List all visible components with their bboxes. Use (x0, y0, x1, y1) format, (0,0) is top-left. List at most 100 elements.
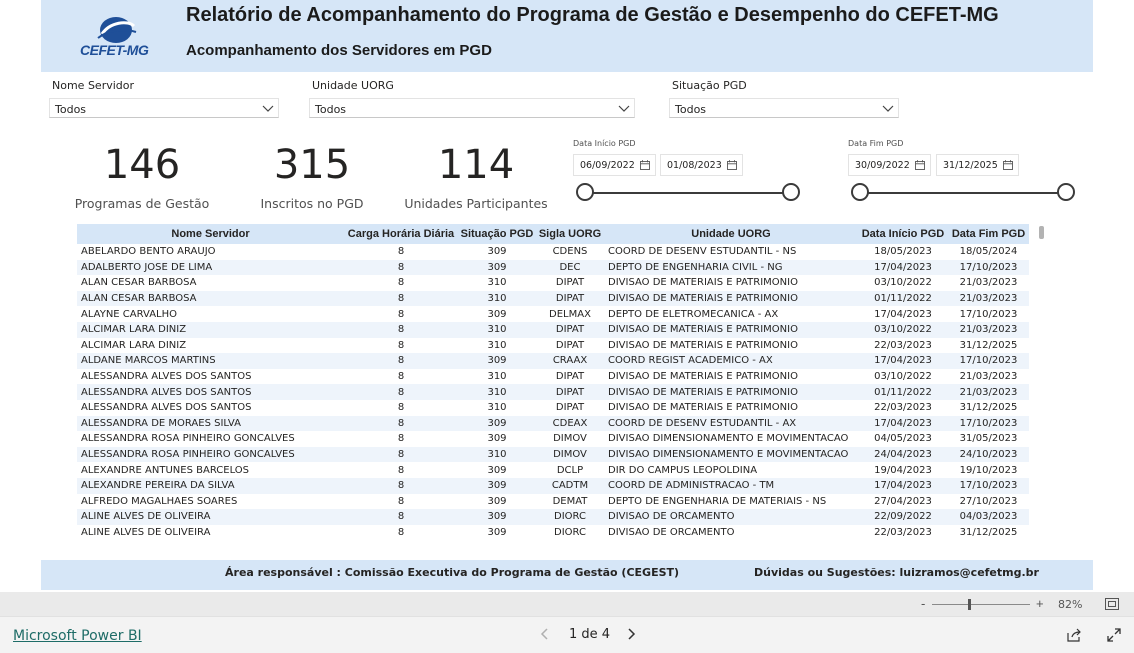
cell-carga-horaria: 8 (344, 477, 458, 494)
cell-data-fim: 27/10/2023 (959, 495, 1018, 507)
table-row[interactable]: ALESSANDRA ALVES DOS SANTOS 8 310 DIPAT DIVI… (77, 369, 1029, 385)
column-header-data-fim[interactable]: Data Fim PGD (948, 224, 1029, 244)
table-header-row: Nome Servidor Carga Horária Diária Situa… (77, 224, 1029, 244)
zoom-slider-thumb[interactable] (968, 599, 972, 610)
cell-situacao-pgd: 310 (487, 277, 507, 289)
table-row[interactable]: ALESSANDRA ALVES DOS SANTOS 8 310 DIPAT DIVI… (77, 400, 1029, 416)
date-inicio-from-input[interactable]: 06/09/2022 (573, 154, 656, 176)
table-row[interactable]: ALEXANDRE ANTUNES BARCELOS 8 309 DCLP DIR DO… (77, 462, 1029, 478)
date-inicio-to-input[interactable]: 01/08/2023 (660, 154, 743, 176)
cell-unidade-uorg: COORD REGIST ACADEMICO - AX (604, 353, 858, 369)
date-fim-slider-start-handle[interactable] (851, 183, 869, 201)
column-header-sigla-uorg[interactable]: Sigla UORG (536, 224, 604, 244)
fullscreen-icon[interactable] (1106, 627, 1122, 643)
cell-data-inicio: 17/04/2023 (858, 259, 948, 276)
table-row[interactable]: ALESSANDRA ROSA PINHEIRO GONCALVES 8 310 DI… (77, 446, 1029, 463)
filter-situacao-pgd-dropdown[interactable]: Todos (669, 98, 899, 118)
cell-data-fim: 21/03/2023 (948, 321, 1029, 338)
cell-unidade-uorg: DEPTO DE ENGENHARIA DE MATERIAIS - NS (608, 495, 827, 507)
table-row[interactable]: ALAN CESAR BARBOSA 8 310 DIPAT DIVISAO DE MA… (77, 275, 1029, 291)
cell-nome-servidor: ALINE ALVES DE OLIVEIRA (81, 526, 211, 538)
cell-situacao-pgd: 310 (487, 339, 507, 351)
calendar-icon (640, 160, 650, 170)
column-header-data-inicio[interactable]: Data Início PGD (858, 224, 948, 244)
zoom-slider-track[interactable] (932, 604, 1030, 605)
zoom-out-button[interactable]: - (921, 596, 925, 611)
table-scrollbar-thumb[interactable] (1039, 226, 1044, 239)
kpi-unidades-value: 114 (437, 142, 515, 188)
cell-situacao-pgd: 309 (487, 464, 507, 476)
cell-sigla-uorg: DIPAT (555, 339, 585, 351)
kpi-unidades-label: Unidades Participantes (404, 196, 548, 211)
cell-unidade-uorg: DEPTO DE ELETROMECANICA - AX (608, 308, 779, 320)
cell-unidade-uorg: DEPTO DE ENGENHARIA CIVIL - NG (604, 259, 858, 276)
cell-carga-horaria: 8 (344, 384, 458, 400)
cell-data-inicio: 22/03/2023 (874, 526, 932, 538)
date-fim-slider-track[interactable] (860, 192, 1066, 194)
table-row[interactable]: ALESSANDRA ALVES DOS SANTOS 8 310 DIPAT DIVI… (77, 384, 1029, 400)
table-row[interactable]: ALFREDO MAGALHAES SOARES 8 309 DEMAT DEPTO D… (77, 494, 1029, 510)
cell-situacao-pgd: 310 (458, 321, 536, 338)
cell-carga-horaria: 8 (397, 526, 405, 538)
table-row[interactable]: ALESSANDRA DE MORAES SILVA 8 309 CDEAX COORD… (77, 415, 1029, 432)
cell-data-inicio: 17/04/2023 (858, 353, 948, 369)
cell-situacao-pgd: 309 (458, 259, 536, 276)
page-subtitle: Acompanhamento dos Servidores em PGD (186, 42, 492, 59)
cell-nome-servidor: ALFREDO MAGALHAES SOARES (81, 495, 238, 507)
column-header-carga-horaria[interactable]: Carga Horária Diária (344, 224, 458, 244)
cell-unidade-uorg: COORD DE DESENV ESTUDANTIL - NS (608, 246, 797, 258)
cell-nome-servidor: ALEXANDRE ANTUNES BARCELOS (81, 464, 250, 476)
cell-data-fim: 31/12/2025 (959, 339, 1018, 351)
column-header-unidade-uorg[interactable]: Unidade UORG (604, 224, 858, 244)
table-row[interactable]: ALINE ALVES DE OLIVEIRA 8 309 DIORC DIVISAO … (77, 525, 1029, 541)
chevron-left-icon[interactable] (538, 626, 552, 642)
cell-data-fim: 24/10/2023 (948, 446, 1029, 463)
date-inicio-slider-end-handle[interactable] (782, 183, 800, 201)
cell-situacao-pgd: 309 (487, 495, 507, 507)
fit-to-page-icon[interactable] (1105, 598, 1119, 610)
filter-value: Todos (675, 103, 707, 116)
cell-sigla-uorg: DIORC (554, 526, 586, 538)
cell-unidade-uorg: DIVISAO DE MATERIAIS E PATRIMONIO (608, 371, 798, 383)
table-row[interactable]: ALESSANDRA ROSA PINHEIRO GONCALVES 8 309 DI… (77, 431, 1029, 447)
filter-label-unidade-uorg: Unidade UORG (312, 79, 394, 92)
powerbi-link[interactable]: Microsoft Power BI (13, 628, 142, 644)
chevron-right-icon[interactable] (624, 626, 638, 642)
table-row[interactable]: ALCIMAR LARA DINIZ 8 310 DIPAT DIVISAO DE MA… (77, 338, 1029, 354)
cell-nome-servidor: ALDANE MARCOS MARTINS (77, 353, 344, 369)
table-row[interactable]: ALEXANDRE PEREIRA DA SILVA 8 309 CADTM COORD… (77, 477, 1029, 494)
column-header-nome-servidor[interactable]: Nome Servidor (77, 224, 344, 244)
cell-situacao-pgd: 309 (458, 353, 536, 369)
date-inicio-slider-start-handle[interactable] (576, 183, 594, 201)
table-row[interactable]: ALAN CESAR BARBOSA 8 310 DIPAT DIVISAO DE MA… (77, 290, 1029, 307)
date-value: 30/09/2022 (855, 160, 910, 171)
table-row[interactable]: ALCIMAR LARA DINIZ 8 310 DIPAT DIVISAO DE MA… (77, 321, 1029, 338)
date-inicio-slider-track[interactable] (585, 192, 791, 194)
table-row[interactable]: ALDANE MARCOS MARTINS 8 309 CRAAX COORD REGI… (77, 353, 1029, 369)
table-row[interactable]: ADALBERTO JOSE DE LIMA 8 309 DEC DEPTO DE EN… (77, 259, 1029, 276)
cell-sigla-uorg: CDENS (552, 246, 588, 258)
table-row[interactable]: ABELARDO BENTO ARAUJO 8 309 CDENS COORD DE D… (77, 244, 1029, 260)
cell-carga-horaria: 8 (344, 321, 458, 338)
share-icon[interactable] (1066, 627, 1082, 643)
filter-unidade-uorg-dropdown[interactable]: Todos (309, 98, 635, 118)
cell-carga-horaria: 8 (344, 509, 458, 525)
cell-carga-horaria: 8 (344, 290, 458, 307)
cell-nome-servidor: ALAYNE CARVALHO (81, 308, 178, 320)
cell-carga-horaria: 8 (344, 415, 458, 432)
date-fim-from-input[interactable]: 30/09/2022 (848, 154, 931, 176)
cell-situacao-pgd: 309 (458, 477, 536, 494)
date-fim-to-input[interactable]: 31/12/2025 (936, 154, 1019, 176)
table-body: ABELARDO BENTO ARAUJO 8 309 CDENS COORD DE D… (77, 244, 1029, 540)
cell-data-inicio: 22/09/2022 (858, 509, 948, 525)
table-row[interactable]: ALAYNE CARVALHO 8 309 DELMAX DEPTO DE ELETRO… (77, 306, 1029, 322)
date-fim-slider-end-handle[interactable] (1057, 183, 1075, 201)
filter-nome-servidor-dropdown[interactable]: Todos (49, 98, 279, 118)
zoom-in-button[interactable]: + (1036, 596, 1044, 611)
column-header-situacao-pgd[interactable]: Situação PGD (458, 224, 536, 244)
zoom-percent: 82% (1058, 598, 1083, 611)
cell-carga-horaria: 8 (397, 371, 405, 383)
table-row[interactable]: ALINE ALVES DE OLIVEIRA 8 309 DIORC DIVISAO … (77, 509, 1029, 525)
cell-data-fim: 17/10/2023 (948, 415, 1029, 432)
date-value: 31/12/2025 (943, 160, 998, 171)
